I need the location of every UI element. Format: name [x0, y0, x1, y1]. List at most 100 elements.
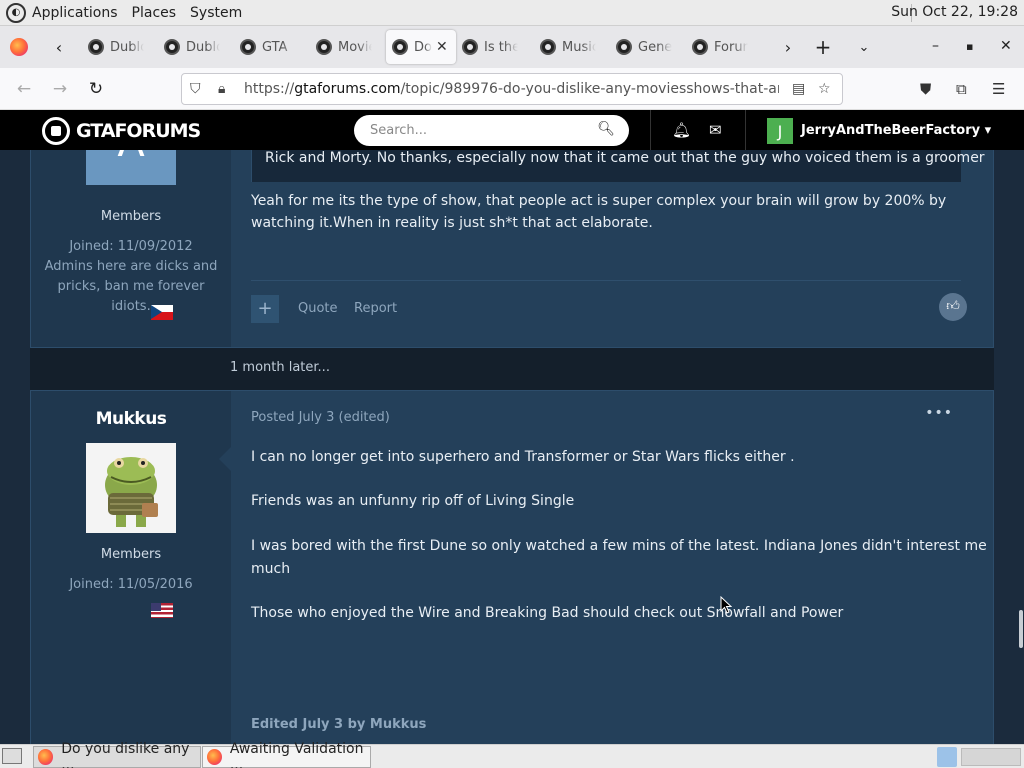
forward-arrow-icon[interactable]: →: [42, 79, 78, 99]
new-tab-icon[interactable]: +: [810, 34, 836, 60]
tab-scroll-right-icon[interactable]: ›: [775, 34, 801, 60]
gtaforums-favicon-icon: [462, 39, 478, 55]
gtaforums-favicon-icon: [392, 39, 408, 55]
author-name-link[interactable]: Mukkus: [31, 409, 231, 429]
user-menu[interactable]: JerryAndTheBeerFactory ▾: [801, 123, 991, 138]
header-separator: [745, 110, 746, 150]
gtaforums-favicon-icon: [88, 39, 104, 55]
places-menu[interactable]: Places: [132, 5, 177, 21]
tab-6[interactable]: Music: [534, 30, 610, 64]
post-text-line: Yeah for me its the type of show, that p…: [251, 193, 947, 209]
author-role: Members: [100, 547, 162, 562]
firefox-icon: [38, 749, 54, 765]
gtaforums-favicon-icon: [240, 39, 256, 55]
firefox-tray-icon[interactable]: [937, 747, 957, 767]
author-joined: Joined: 11/05/2016: [69, 577, 193, 592]
author-joined: Joined: 11/09/2012: [69, 239, 193, 254]
tab-scroll-left-icon[interactable]: ‹: [46, 34, 72, 60]
header-separator: [650, 110, 651, 150]
time-gap-separator: 1 month later...: [30, 348, 994, 390]
taskbar-window-1[interactable]: Do you dislike any ...: [33, 741, 201, 768]
close-window-icon[interactable]: ✕: [1000, 38, 1012, 54]
user-avatar[interactable]: J: [767, 118, 793, 144]
search-icon[interactable]: 🔍︎: [597, 121, 615, 137]
messages-envelope-icon[interactable]: ✉: [709, 121, 722, 139]
us-flag-icon: [151, 603, 173, 618]
tab-4-active[interactable]: Do ✕: [386, 30, 456, 64]
reload-icon[interactable]: ↻: [78, 79, 114, 99]
url-text: https://gtaforums.com/topic/989976-do-yo…: [244, 81, 779, 97]
url-field[interactable]: ⛉ 🔒︎ https://gtaforums.com/topic/989976-…: [181, 73, 843, 105]
distro-logo-icon[interactable]: ◐: [6, 2, 26, 23]
tab-8[interactable]: Forum: [686, 30, 762, 64]
pocket-icon[interactable]: ⛊: [920, 80, 931, 98]
forum-header: GTAFORUMS Search... 🔍︎ 🔔︎ ✉ J JerryAndTh…: [0, 110, 1024, 150]
post-2-body: Posted July 3 (edited) ••• I can no long…: [231, 391, 993, 744]
notifications-bell-icon[interactable]: 🔔︎: [672, 121, 691, 139]
browser-tab-bar: ‹ Dublo Dublo GTA Movie Do✕ Is the Music…: [0, 26, 1024, 68]
taskbar-window-2[interactable]: Awaiting Validation ...: [202, 741, 371, 768]
author-signature: Admins here are dicks and pricks, ban me…: [44, 259, 218, 314]
post-pointer: [219, 447, 231, 471]
gtaforums-favicon-icon: [164, 39, 180, 55]
gtaforums-logo-icon: [42, 117, 70, 145]
gtaforums-favicon-icon: [692, 39, 708, 55]
czech-flag-icon: [151, 305, 173, 320]
post-1: A Members Joined: 11/09/2012 Admins here…: [30, 150, 994, 348]
minimize-icon[interactable]: –: [932, 38, 939, 54]
author-avatar[interactable]: A: [86, 150, 176, 185]
author-avatar[interactable]: [86, 443, 176, 533]
lock-icon[interactable]: 🔒︎: [218, 81, 225, 97]
post-paragraph: Friends was an unfunny rip off of Living…: [251, 493, 575, 509]
gtaforums-favicon-icon: [616, 39, 632, 55]
post-paragraph: I can no longer get into superhero and T…: [251, 449, 795, 465]
tracking-shield-icon[interactable]: ⛉: [190, 81, 201, 97]
gtaforums-logo[interactable]: GTAFORUMS: [42, 117, 201, 145]
post-1-body: Rick and Morty. No thanks, especially no…: [231, 150, 993, 347]
system-top-panel: ◐ Applications Places System Sun Oct 22,…: [0, 0, 1024, 26]
system-taskbar: Do you dislike any ... Awaiting Validati…: [0, 741, 1024, 768]
show-desktop-icon[interactable]: [2, 748, 22, 764]
tab-3[interactable]: Movie: [310, 30, 386, 64]
page-scrollbar-thumb[interactable]: [1019, 610, 1023, 648]
multiquote-plus-button[interactable]: +: [251, 295, 279, 323]
extensions-icon[interactable]: ⧉: [956, 80, 967, 98]
post-paragraph: much: [251, 561, 291, 577]
edited-note: Edited July 3 by Mukkus: [251, 717, 427, 732]
report-button[interactable]: Report: [354, 301, 397, 316]
close-tab-icon[interactable]: ✕: [436, 39, 448, 55]
navigation-toolbar: ← → ↻ ⛉ 🔒︎ https://gtaforums.com/topic/9…: [0, 68, 1024, 110]
tab-1[interactable]: Dublo: [158, 30, 234, 64]
tab-2[interactable]: GTA: [234, 30, 310, 64]
firefox-icon: [207, 749, 222, 765]
post-1-author-column: A Members Joined: 11/09/2012 Admins here…: [31, 150, 231, 347]
firefox-icon[interactable]: [10, 38, 28, 56]
clock[interactable]: Sun Oct 22, 19:28: [891, 4, 1018, 20]
like-thumb-icon[interactable]: 👍︎: [939, 293, 967, 321]
system-menu[interactable]: System: [190, 5, 242, 21]
workspace-switcher[interactable]: [961, 748, 1021, 766]
toad-character-avatar-icon: [86, 443, 176, 533]
applications-menu[interactable]: Applications: [32, 5, 118, 21]
post-paragraph: I was bored with the first Dune so only …: [251, 538, 987, 554]
reader-view-icon[interactable]: ▤: [792, 81, 805, 97]
post-date[interactable]: Posted July 3 (edited): [251, 410, 390, 425]
tab-5[interactable]: Is the: [456, 30, 534, 64]
bookmark-star-icon[interactable]: ☆: [818, 81, 831, 97]
post-text-line: watching it.When in reality is just sh*t…: [251, 215, 653, 231]
back-arrow-icon[interactable]: ←: [6, 79, 42, 99]
quote-button[interactable]: Quote: [298, 301, 338, 316]
search-input[interactable]: Search... 🔍︎: [354, 115, 629, 146]
post-paragraph: Those who enjoyed the Wire and Breaking …: [251, 605, 844, 621]
post-2: Mukkus Members Joined: 11/05/2016 Posted…: [30, 390, 994, 744]
hamburger-menu-icon[interactable]: ☰: [992, 80, 1005, 98]
maximize-icon[interactable]: ▪: [966, 40, 973, 53]
tab-0[interactable]: Dublo: [82, 30, 158, 64]
list-tabs-chevron-down-icon[interactable]: ⌄: [851, 34, 877, 60]
post-options-ellipsis-icon[interactable]: •••: [925, 405, 953, 421]
mouse-cursor-icon: [720, 596, 732, 614]
tab-7[interactable]: Gene: [610, 30, 686, 64]
gtaforums-favicon-icon: [316, 39, 332, 55]
caret-down-icon: ▾: [984, 123, 992, 138]
gtaforums-favicon-icon: [540, 39, 556, 55]
